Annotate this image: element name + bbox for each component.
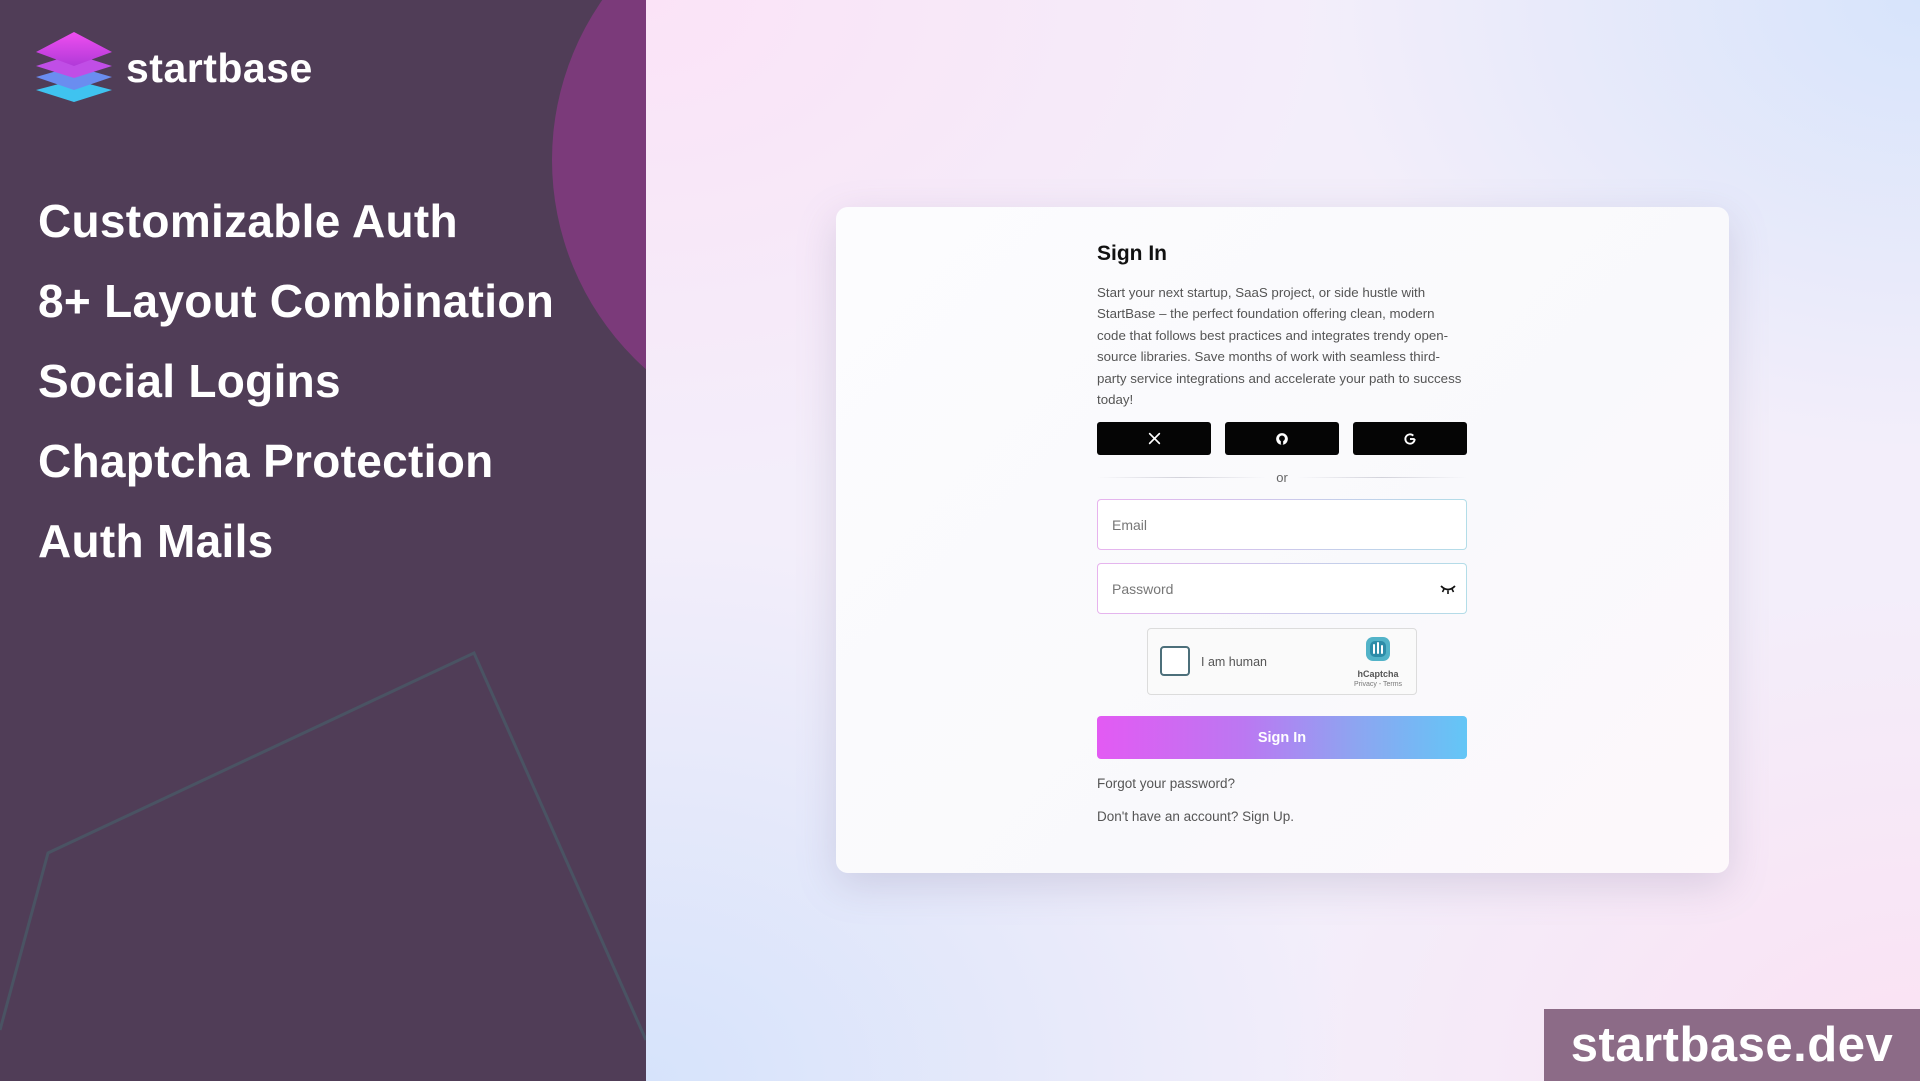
hcaptcha-icon <box>1366 637 1390 662</box>
email-input[interactable] <box>1098 500 1466 550</box>
watermark: startbase.dev <box>1544 1009 1920 1081</box>
brand-name: startbase <box>126 44 313 91</box>
feature-item: Social Logins <box>38 355 341 407</box>
or-divider: or <box>1097 470 1467 485</box>
divider-line-left <box>1097 477 1267 479</box>
email-field-wrapper <box>1097 499 1467 550</box>
x-login-button[interactable] <box>1097 422 1211 456</box>
github-login-button[interactable] <box>1225 422 1339 456</box>
captcha-brand: hCaptcha <box>1357 669 1399 680</box>
hcaptcha-widget: I am human hCaptcha Privacy - Terms <box>1147 628 1417 696</box>
feature-item: 8+ Layout Combination <box>38 275 555 327</box>
feature-item: Auth Mails <box>38 515 274 567</box>
page-title: Sign In <box>1097 242 1167 265</box>
brand[interactable]: startbase <box>36 30 313 106</box>
google-icon <box>1404 433 1416 445</box>
feature-item: Chaptcha Protection <box>38 435 494 487</box>
divider-line-right <box>1297 477 1467 479</box>
google-login-button[interactable] <box>1353 422 1467 456</box>
promo-panel: startbase Customizable Auth 8+ Layout Co… <box>0 0 646 1081</box>
signin-button[interactable]: Sign In <box>1097 716 1467 760</box>
password-field-wrapper <box>1097 563 1467 614</box>
startbase-logo-icon <box>36 32 112 102</box>
feature-list: Customizable Auth 8+ Layout Combination … <box>38 190 554 590</box>
signin-description: Start your next startup, SaaS project, o… <box>1097 285 1462 408</box>
social-login-buttons <box>1097 422 1467 456</box>
x-icon <box>1148 433 1160 445</box>
signin-card: Sign In Start your next startup, SaaS pr… <box>836 207 1729 873</box>
feature-item: Customizable Auth <box>38 195 458 247</box>
captcha-links[interactable]: Privacy - Terms <box>1348 681 1408 688</box>
hcaptcha-logo: hCaptcha Privacy - Terms <box>1348 635 1408 688</box>
captcha-checkbox[interactable] <box>1160 646 1190 677</box>
signin-form: Sign In Start your next startup, SaaS pr… <box>1097 234 1467 824</box>
signup-link[interactable]: Don't have an account? Sign Up. <box>1097 809 1467 824</box>
captcha-label: I am human <box>1201 655 1268 670</box>
divider-text: or <box>1276 470 1288 486</box>
password-input[interactable] <box>1098 564 1466 614</box>
github-icon <box>1276 433 1288 445</box>
forgot-password-link[interactable]: Forgot your password? <box>1097 776 1467 791</box>
eye-closed-icon[interactable] <box>1440 582 1456 596</box>
